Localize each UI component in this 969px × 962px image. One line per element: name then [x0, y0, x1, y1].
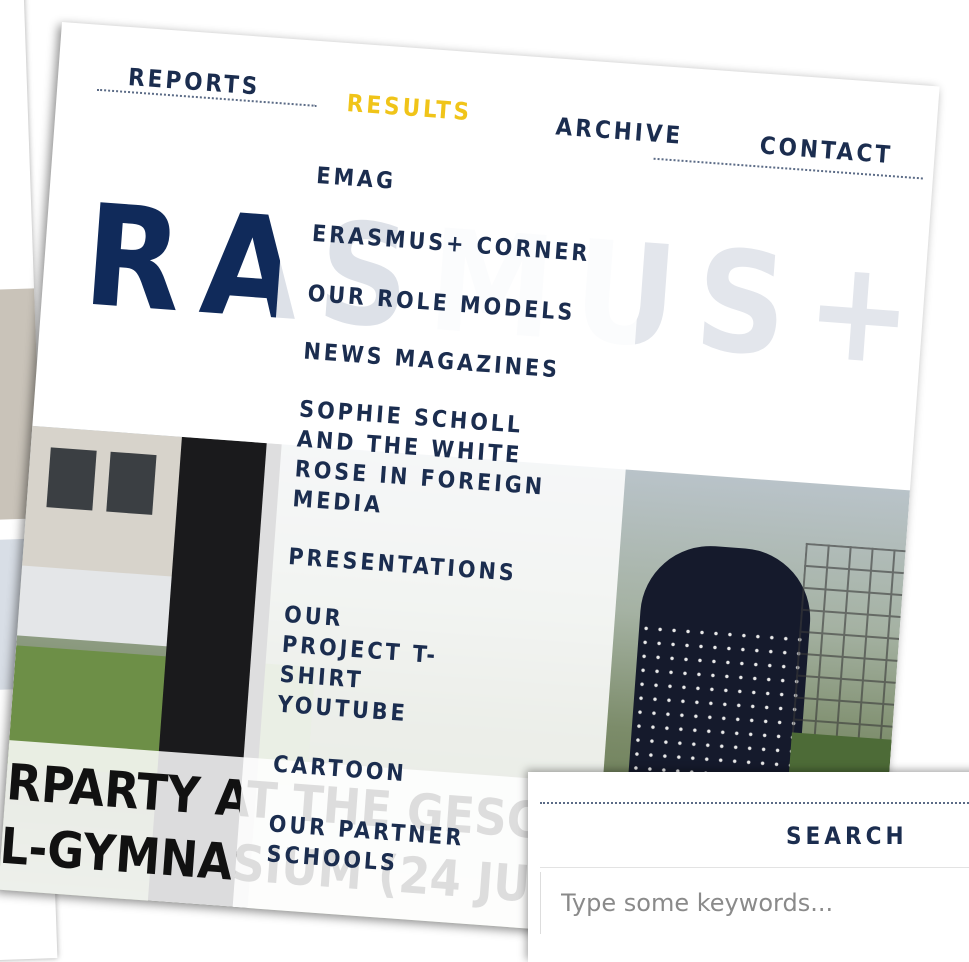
menu-item-project-tshirt[interactable]: OUR PROJECT T-SHIRT	[279, 600, 475, 704]
menu-item-role-models[interactable]: OUR ROLE MODELS	[307, 279, 608, 331]
menu-item-partner-schools[interactable]: OUR PARTNER SCHOOLS	[266, 809, 470, 883]
menu-item-erasmus-corner[interactable]: ERASMUS+ CORNER	[311, 219, 612, 271]
photo-window	[46, 447, 97, 511]
search-widget: SEARCH	[528, 772, 969, 962]
search-input[interactable]	[540, 872, 969, 934]
menu-item-news-magazines[interactable]: NEWS MAGAZINES	[302, 337, 603, 389]
photo-window	[106, 451, 157, 515]
search-divider	[540, 867, 969, 868]
menu-item-emag[interactable]: EMAG	[315, 161, 616, 213]
search-divider	[540, 802, 969, 804]
nav-item-contact[interactable]: CONTACT	[759, 131, 894, 169]
menu-item-sophie-scholl[interactable]: SOPHIE SCHOLL AND THE WHITE ROSE IN FORE…	[292, 394, 570, 533]
menu-item-presentations[interactable]: PRESENTATIONS	[287, 542, 588, 594]
search-title: SEARCH	[786, 822, 908, 850]
nav-item-results[interactable]: RESULTS	[346, 89, 473, 126]
nav-item-archive[interactable]: ARCHIVE	[555, 112, 684, 149]
